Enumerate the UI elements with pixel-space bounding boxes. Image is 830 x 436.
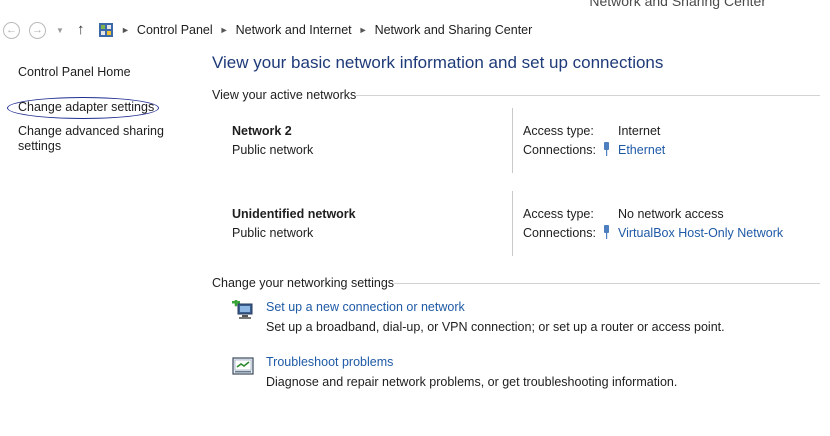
network-category: Public network xyxy=(232,143,314,157)
troubleshoot-problems-description: Diagnose and repair network problems, or… xyxy=(266,375,678,389)
access-type-value: Internet xyxy=(618,124,661,138)
annotation-circle xyxy=(7,97,159,119)
sidebar-item-control-panel-home[interactable]: Control Panel Home xyxy=(18,65,131,80)
settings-heading: Change your networking settings xyxy=(212,276,395,290)
troubleshoot-icon xyxy=(232,357,254,375)
breadcrumb-separator-icon[interactable]: ► xyxy=(121,25,130,35)
troubleshoot-problems-link[interactable]: Troubleshoot problems xyxy=(266,355,393,369)
network-category: Public network xyxy=(232,226,314,240)
divider xyxy=(394,283,820,284)
setup-new-connection-description: Set up a broadband, dial-up, or VPN conn… xyxy=(266,320,725,334)
divider xyxy=(356,95,820,96)
access-type-value: No network access xyxy=(618,207,724,221)
breadcrumb-network-and-internet[interactable]: Network and Internet xyxy=(236,23,352,37)
network-name: Network 2 xyxy=(232,124,292,138)
connection-link-virtualbox[interactable]: VirtualBox Host-Only Network xyxy=(618,226,783,240)
breadcrumb-network-and-sharing-center[interactable]: Network and Sharing Center xyxy=(375,23,533,37)
divider xyxy=(512,191,513,256)
connection-link-ethernet[interactable]: Ethernet xyxy=(618,143,665,157)
navigation-bar: ← → ▼ ↑ ► Control Panel ► Network and Inter… xyxy=(0,14,830,47)
network-name: Unidentified network xyxy=(232,207,356,221)
title-bar: Network and Sharing Center xyxy=(0,0,830,14)
recent-pages-dropdown-icon[interactable]: ▼ xyxy=(56,26,64,35)
breadcrumb-separator-icon[interactable]: ► xyxy=(359,25,368,35)
up-arrow-button[interactable]: ↑ xyxy=(77,21,85,38)
window-title: Network and Sharing Center xyxy=(589,0,766,9)
breadcrumb: ► Control Panel ► Network and Internet ► Netw… xyxy=(121,23,532,37)
page-title: View your basic network information and … xyxy=(212,53,664,72)
connections-label: Connections: xyxy=(523,143,596,157)
forward-button[interactable]: → xyxy=(29,22,46,39)
breadcrumb-control-panel[interactable]: Control Panel xyxy=(137,23,213,37)
divider xyxy=(512,108,513,173)
access-type-label: Access type: xyxy=(523,207,594,221)
ethernet-icon xyxy=(604,225,609,239)
setup-new-connection-link[interactable]: Set up a new connection or network xyxy=(266,300,465,314)
back-button[interactable]: ← xyxy=(3,22,20,39)
sidebar-item-change-advanced-sharing-settings[interactable]: Change advanced sharing settings xyxy=(18,124,168,154)
active-networks-heading: View your active networks xyxy=(212,88,357,102)
new-connection-icon xyxy=(232,300,253,319)
breadcrumb-separator-icon[interactable]: ► xyxy=(220,25,229,35)
control-panel-icon xyxy=(99,23,113,37)
ethernet-icon xyxy=(604,142,609,156)
access-type-label: Access type: xyxy=(523,124,594,138)
connections-label: Connections: xyxy=(523,226,596,240)
